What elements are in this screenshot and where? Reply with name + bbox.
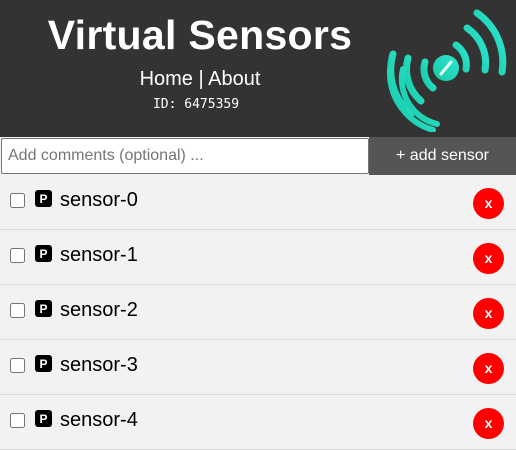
delete-sensor-button[interactable]: x <box>473 353 504 384</box>
sensor-name: sensor-1 <box>60 244 138 266</box>
parking-p-icon: P <box>35 355 52 372</box>
sensor-name: sensor-3 <box>60 354 138 376</box>
list-item: P sensor-2 x <box>0 285 516 340</box>
sensor-checkbox[interactable] <box>10 358 25 373</box>
parking-p-icon: P <box>35 190 52 207</box>
nav-links: Home | About <box>0 68 400 91</box>
delete-sensor-button[interactable]: x <box>473 243 504 274</box>
list-item: P sensor-4 x <box>0 395 516 450</box>
sensor-checkbox[interactable] <box>10 413 25 428</box>
add-sensor-button[interactable]: + add sensor <box>369 137 516 175</box>
broadcast-sensor-icon <box>381 6 511 133</box>
list-item: P sensor-3 x <box>0 340 516 395</box>
sensor-checkbox[interactable] <box>10 193 25 208</box>
delete-sensor-button[interactable]: x <box>473 408 504 439</box>
parking-p-icon: P <box>35 410 52 427</box>
list-item: P sensor-1 x <box>0 230 516 285</box>
nav-separator: | <box>198 68 204 90</box>
nav-home-link[interactable]: Home <box>140 68 193 90</box>
sensor-name: sensor-2 <box>60 299 138 321</box>
badge-letter: P <box>39 411 48 426</box>
badge-letter: P <box>39 191 48 206</box>
badge-letter: P <box>39 356 48 371</box>
sensor-name: sensor-4 <box>60 409 138 431</box>
delete-sensor-button[interactable]: x <box>473 298 504 329</box>
app-header: Virtual Sensors Home | About ID: 6475359 <box>0 0 516 137</box>
delete-sensor-button[interactable]: x <box>473 188 504 219</box>
parking-p-icon: P <box>35 245 52 262</box>
device-id: ID: 6475359 <box>152 97 240 112</box>
page-title: Virtual Sensors <box>47 12 353 58</box>
sensor-checkbox[interactable] <box>10 303 25 318</box>
badge-letter: P <box>39 301 48 316</box>
nav-about-link[interactable]: About <box>208 68 260 90</box>
sensor-checkbox[interactable] <box>10 248 25 263</box>
add-sensor-toolbar: + add sensor <box>0 137 516 175</box>
badge-letter: P <box>39 246 48 261</box>
parking-p-icon: P <box>35 300 52 317</box>
sensor-name: sensor-0 <box>60 189 138 211</box>
list-item: P sensor-0 x <box>0 175 516 230</box>
comment-input[interactable] <box>1 138 369 174</box>
sensor-list: P sensor-0 x P sensor-1 x P sensor-2 x P… <box>0 175 516 450</box>
